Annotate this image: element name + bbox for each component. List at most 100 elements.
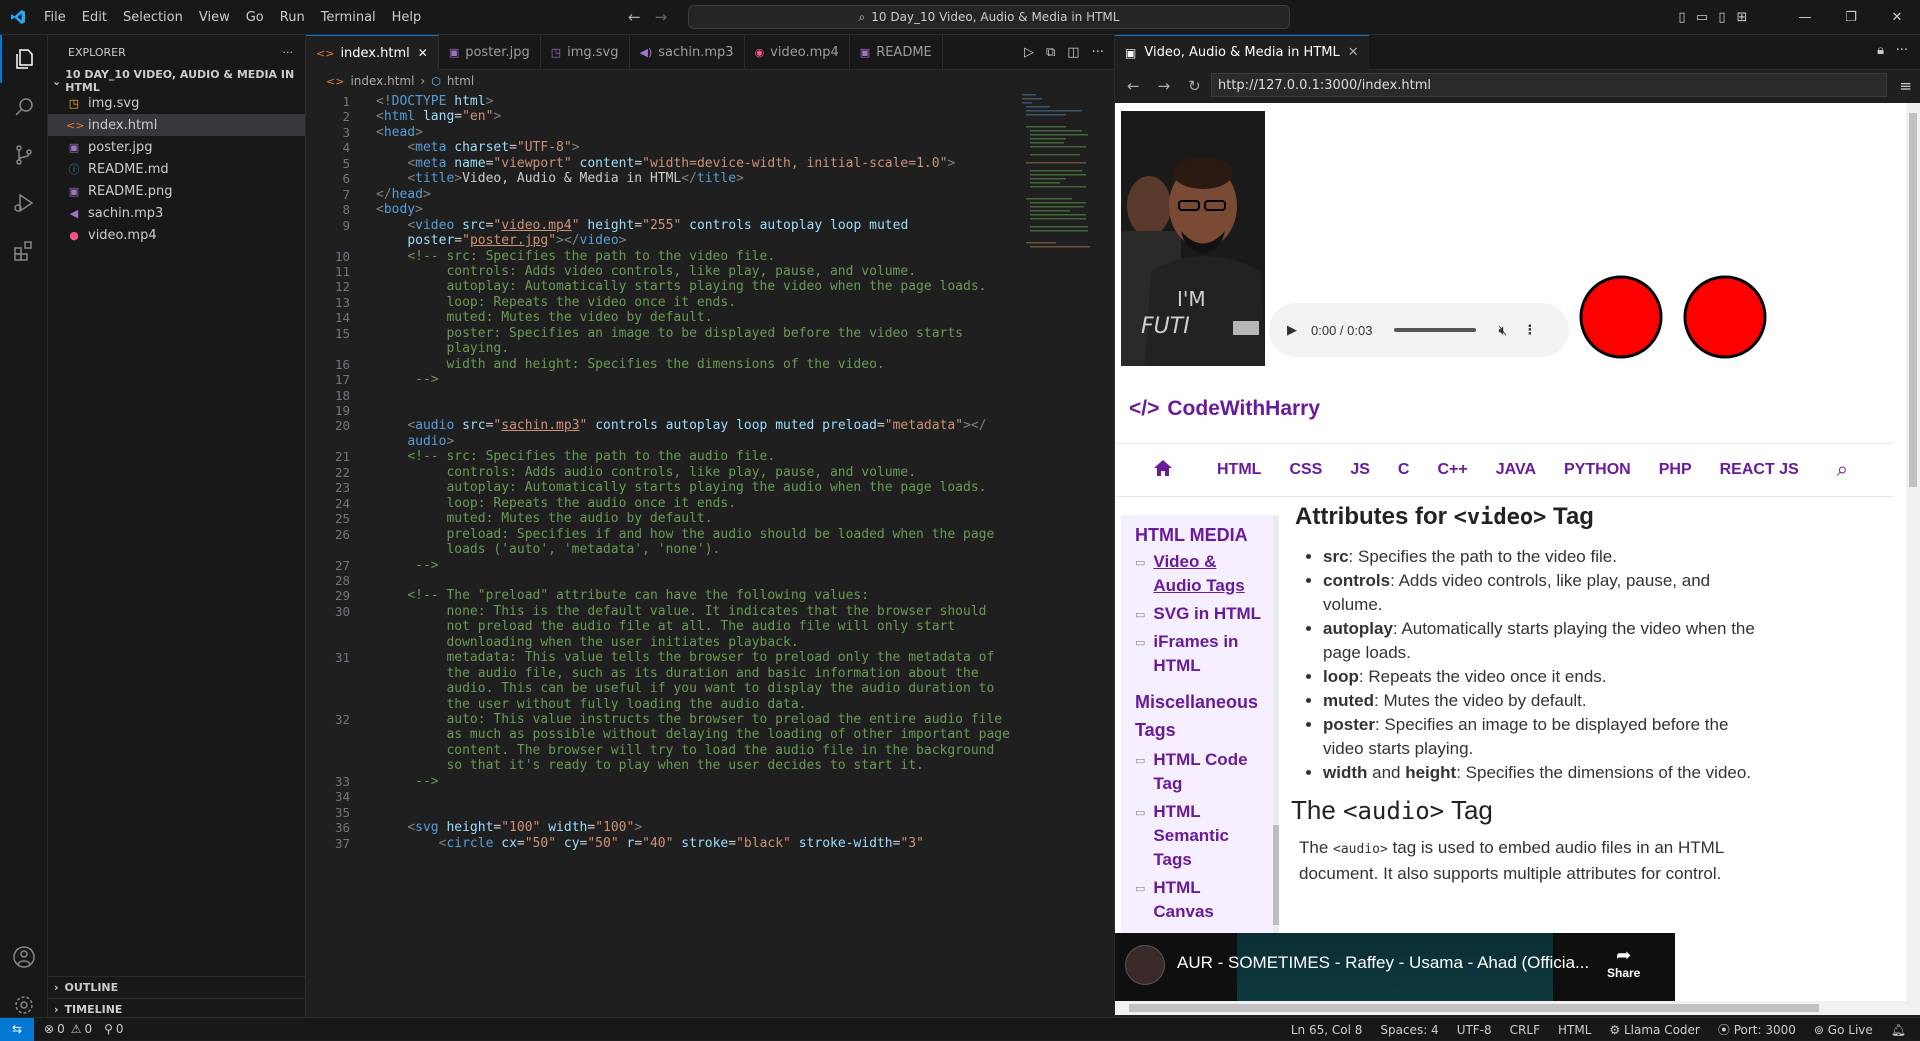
code-line[interactable]: preload: Specifies if and how the audio … <box>376 527 994 542</box>
code-line[interactable]: --> <box>376 372 439 387</box>
breadcrumb-file[interactable]: index.html <box>350 74 414 88</box>
run-debug-icon[interactable] <box>0 179 48 227</box>
code-line[interactable]: <html lang="en"> <box>376 109 501 124</box>
code-line[interactable]: metadata: This value tells the browser t… <box>376 650 994 665</box>
code-line[interactable]: controls: Adds video controls, like play… <box>376 264 916 279</box>
code-line[interactable]: <!-- src: Specifies the path to the audi… <box>376 449 775 464</box>
side-link[interactable]: ▭ Video & Audio Tags <box>1135 550 1279 598</box>
close-tab-icon[interactable]: ✕ <box>1348 45 1359 60</box>
search-icon[interactable] <box>0 83 48 131</box>
video-player[interactable]: I'M FUTI <box>1121 111 1265 366</box>
code-line[interactable]: --> <box>376 774 439 789</box>
video-title[interactable]: AUR - SOMETIMES - Raffey - Usama - Ahad … <box>1177 953 1589 973</box>
nav-php[interactable]: PHP <box>1645 461 1706 479</box>
more-actions-icon[interactable]: ··· <box>283 46 294 59</box>
extensions-icon[interactable] <box>0 227 48 275</box>
close-tab-icon[interactable]: ✕ <box>418 46 428 60</box>
side-link[interactable]: ▭ HTML Code Tag <box>1135 748 1279 796</box>
toggle-panel-icon[interactable]: ▭ <box>1692 10 1712 25</box>
run-icon[interactable]: ▷ <box>1024 45 1034 60</box>
customize-layout-icon[interactable]: ⊞ <box>1732 10 1752 25</box>
menu-file[interactable]: File <box>36 0 74 35</box>
audio-player[interactable]: ▶ 0:00 / 0:03 🔇︎ ⋮ <box>1269 303 1569 357</box>
code-line[interactable]: <audio src="sachin.mp3" controls autopla… <box>376 418 986 433</box>
line-ending[interactable]: CRLF <box>1510 1023 1540 1037</box>
search-icon[interactable]: ⌕ <box>1837 459 1848 482</box>
forward-arrow-icon[interactable]: → <box>1158 77 1171 95</box>
side-link[interactable]: ▭ SVG in HTML <box>1135 602 1279 626</box>
more-options-icon[interactable]: ⋮ <box>1523 322 1536 338</box>
menu-icon[interactable]: ≡ <box>1899 77 1912 95</box>
forward-arrow-icon[interactable]: → <box>655 8 668 26</box>
code-line[interactable]: poster="poster.jpg"></video> <box>376 233 626 248</box>
code-line[interactable]: --> <box>376 558 439 573</box>
port-status[interactable]: ⦿ Port: 3000 <box>1718 1021 1796 1038</box>
outline-section[interactable]: › OUTLINE <box>48 976 306 998</box>
code-line[interactable]: playing. <box>376 341 509 356</box>
code-line[interactable]: <head> <box>376 125 423 140</box>
breadcrumb-node[interactable]: html <box>447 74 474 88</box>
code-line[interactable]: muted: Mutes the audio by default. <box>376 511 712 526</box>
code-line[interactable]: loop: Repeats the video once it ends. <box>376 295 736 310</box>
play-icon[interactable]: ▶ <box>1287 322 1297 338</box>
code-line[interactable]: none: This is the default value. It indi… <box>376 604 986 619</box>
code-line[interactable]: poster: Specifies an image to be display… <box>376 326 963 341</box>
file-item[interactable]: ▣ README.png <box>48 180 305 202</box>
cursor-position[interactable]: Ln 65, Col 8 <box>1291 1023 1363 1037</box>
toggle-secondary-sidebar-icon[interactable]: ▯ <box>1712 10 1732 25</box>
code-line[interactable]: autoplay: Automatically starts playing t… <box>376 279 986 294</box>
nav-css[interactable]: CSS <box>1275 461 1336 479</box>
code-line[interactable]: muted: Mutes the video by default. <box>376 310 712 325</box>
menu-go[interactable]: Go <box>238 0 272 35</box>
code-line[interactable]: not preload the audio file at all. The a… <box>376 619 955 634</box>
toggle-sidebar-icon[interactable]: ▯ <box>1672 10 1692 25</box>
nav-c-[interactable]: C++ <box>1423 461 1481 479</box>
back-arrow-icon[interactable]: ← <box>1127 77 1140 95</box>
close-window-icon[interactable]: ✕ <box>1874 10 1920 25</box>
back-arrow-icon[interactable]: ← <box>628 8 641 26</box>
tab-poster-jpg[interactable]: ▣ poster.jpg <box>439 35 541 70</box>
page-vertical-scrollbar[interactable] <box>1906 103 1920 1001</box>
code-line[interactable]: so that it's ready to play when the user… <box>376 758 923 773</box>
nav-js[interactable]: JS <box>1336 461 1384 479</box>
tab-img-svg[interactable]: ◳ img.svg <box>541 35 630 70</box>
url-bar[interactable]: http://127.0.0.1:3000/index.html <box>1211 73 1887 97</box>
file-item[interactable]: ▣ poster.jpg <box>48 136 305 158</box>
tab-video-mp4[interactable]: ◉ video.mp4 <box>745 35 850 70</box>
code-line[interactable]: the user without fully loading the audio… <box>376 697 806 712</box>
nav-java[interactable]: JAVA <box>1482 461 1550 479</box>
accounts-icon[interactable] <box>0 933 48 981</box>
tab-index-html[interactable]: <> index.html ✕ <box>306 35 439 70</box>
side-link[interactable]: ▭ iFrames in HTML <box>1135 630 1279 678</box>
errors-icon[interactable]: ⊗ <box>44 1022 54 1036</box>
command-center[interactable]: ⌕ 10 Day_10 Video, Audio & Media in HTML <box>688 5 1290 29</box>
code-line[interactable]: <circle cx="50" cy="50" r="40" stroke="b… <box>376 836 924 851</box>
nav-c[interactable]: C <box>1384 461 1424 479</box>
restore-icon[interactable]: ❐ <box>1828 10 1874 25</box>
go-live-status[interactable]: ⊚ Go Live <box>1814 1023 1873 1037</box>
code-line[interactable]: downloading when the user initiates play… <box>376 635 798 650</box>
nav-html[interactable]: HTML <box>1203 461 1275 479</box>
minimap[interactable] <box>1022 92 1102 252</box>
code-line[interactable]: autoplay: Automatically starts playing t… <box>376 480 986 495</box>
code-line[interactable]: loop: Repeats the audio once it ends. <box>376 496 736 511</box>
warnings-icon[interactable]: ⚠ <box>71 1022 82 1036</box>
file-item[interactable]: ⓘ README.md <box>48 158 305 180</box>
code-line[interactable]: <body> <box>376 202 423 217</box>
side-scrollbar[interactable] <box>1273 515 1279 933</box>
menu-selection[interactable]: Selection <box>115 0 191 35</box>
home-icon[interactable] <box>1153 459 1173 482</box>
code-line[interactable]: <!-- The "preload" attribute can have th… <box>376 588 869 603</box>
menu-edit[interactable]: Edit <box>74 0 115 35</box>
remote-icon[interactable]: ⇆ <box>0 1017 34 1041</box>
lock-icon[interactable]: 🔒︎ <box>1877 43 1884 58</box>
code-line[interactable]: audio. This can be useful if you want to… <box>376 681 994 696</box>
open-preview-icon[interactable]: ⧉ <box>1046 45 1055 60</box>
more-actions-icon[interactable]: ··· <box>1896 43 1908 58</box>
more-actions-icon[interactable]: ··· <box>1092 45 1104 60</box>
llama-coder-status[interactable]: ⚙ Llama Coder <box>1609 1023 1699 1037</box>
side-link[interactable]: ▭ HTML Canvas <box>1135 876 1279 924</box>
iframe-codewithharry[interactable]: </> CodeWithHarry HTML CSS JS C C++ JAVA PYTHON… <box>1115 373 1893 933</box>
mute-icon[interactable]: 🔇︎ <box>1498 322 1507 339</box>
code-line[interactable]: content. The browser will try to load th… <box>376 743 994 758</box>
